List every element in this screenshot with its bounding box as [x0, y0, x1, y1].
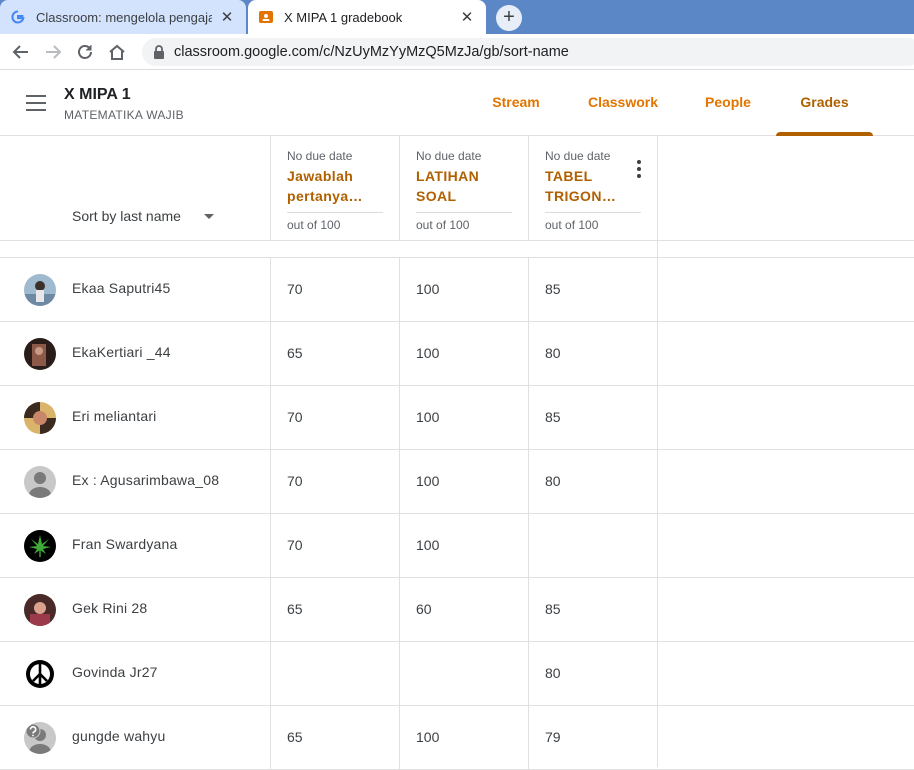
student-name[interactable]: Govinda Jr27: [72, 664, 158, 680]
close-tab-icon[interactable]: ✕: [218, 8, 236, 26]
assignment-column-header[interactable]: No due date Jawablah pertanya… out of 10…: [270, 136, 399, 241]
student-name[interactable]: Fran Swardyana: [72, 536, 178, 552]
grade-cell[interactable]: 65: [270, 578, 399, 641]
grade-cell[interactable]: 100: [399, 450, 528, 513]
grade-cell[interactable]: 85: [528, 386, 657, 449]
dropdown-arrow-icon[interactable]: [204, 214, 214, 219]
grade-cell[interactable]: 100: [399, 322, 528, 385]
new-tab-button[interactable]: +: [496, 5, 522, 31]
grade-cell[interactable]: 100: [399, 386, 528, 449]
student-row: Eri meliantari 70 100 85: [0, 386, 914, 450]
student-row: EkaKertiari _44 65 100 80: [0, 322, 914, 386]
peace-sign-avatar: [24, 658, 56, 690]
student-row: Gek Rini 28 65 60 85: [0, 578, 914, 642]
grade-cell[interactable]: 100: [399, 514, 528, 577]
leaf-avatar: [24, 530, 56, 562]
browser-tab-classroom-help[interactable]: Classroom: mengelola pengajaran ✕: [0, 0, 246, 34]
due-date-label: No due date: [545, 149, 611, 163]
photo-avatar: [24, 594, 56, 626]
browser-tab-gradebook[interactable]: X MIPA 1 gradebook ✕: [248, 0, 486, 34]
student-row: Govinda Jr27 80: [0, 642, 914, 706]
assignment-title[interactable]: Jawablah pertanya…: [287, 166, 383, 206]
points-label: out of 100: [545, 218, 599, 232]
points-label: out of 100: [416, 218, 470, 232]
tab-title: Classroom: mengelola pengajaran: [36, 9, 212, 25]
close-tab-icon[interactable]: ✕: [458, 8, 476, 26]
forward-arrow-icon[interactable]: [42, 41, 64, 63]
student-name[interactable]: Eri meliantari: [72, 408, 157, 424]
due-date-label: No due date: [287, 149, 353, 163]
browser-tab-strip: Classroom: mengelola pengajaran ✕ X MIPA…: [0, 0, 914, 34]
student-name[interactable]: EkaKertiari _44: [72, 344, 171, 360]
classroom-header: X MIPA 1 MATEMATIKA WAJIB Stream Classwo…: [0, 70, 914, 136]
student-row: Ekaa Saputri45 70 100 85: [0, 258, 914, 322]
tab-title: X MIPA 1 gradebook: [284, 9, 403, 25]
divider: [416, 212, 512, 213]
due-date-label: No due date: [416, 149, 482, 163]
grade-cell[interactable]: [270, 642, 399, 705]
photo-avatar: [24, 274, 56, 306]
student-row: Fran Swardyana 70 100: [0, 514, 914, 578]
grade-cell[interactable]: 65: [270, 706, 399, 769]
assignment-column-header[interactable]: No due date TABEL TRIGON… out of 100: [528, 136, 657, 241]
default-person-avatar: [24, 466, 56, 498]
class-subject: MATEMATIKA WAJIB: [64, 108, 184, 122]
grade-cell[interactable]: 70: [270, 386, 399, 449]
student-row: gungde wahyu 65 100 79: [0, 706, 914, 770]
tab-grades[interactable]: Grades: [776, 70, 873, 136]
grade-cell[interactable]: [528, 514, 657, 577]
reload-icon[interactable]: [74, 41, 96, 63]
student-name[interactable]: gungde wahyu: [72, 728, 165, 744]
photo-avatar: [24, 402, 56, 434]
grade-cell[interactable]: 80: [528, 642, 657, 705]
url-text: classroom.google.com/c/NzUyMzYyMzQ5MzJa/…: [174, 44, 569, 60]
grade-cell[interactable]: 70: [270, 514, 399, 577]
student-name[interactable]: Gek Rini 28: [72, 600, 147, 616]
student-name[interactable]: Ex : Agusarimbawa_08: [72, 472, 219, 488]
grade-cell[interactable]: 60: [399, 578, 528, 641]
back-arrow-icon[interactable]: [10, 41, 32, 63]
divider: [287, 212, 383, 213]
hamburger-menu-icon[interactable]: [26, 95, 46, 111]
points-label: out of 100: [287, 218, 341, 232]
grade-cell[interactable]: 79: [528, 706, 657, 769]
grade-cell[interactable]: 70: [270, 258, 399, 321]
divider: [545, 212, 641, 213]
browser-toolbar: classroom.google.com/c/NzUyMzYyMzQ5MzJa/…: [0, 34, 914, 70]
google-g-icon: [10, 9, 26, 25]
grade-cell[interactable]: 100: [399, 258, 528, 321]
home-icon[interactable]: [106, 41, 128, 63]
tab-people[interactable]: People: [690, 70, 766, 136]
gradebook-spacer-row: [0, 241, 914, 258]
photo-avatar: [24, 338, 56, 370]
class-title[interactable]: X MIPA 1: [64, 86, 131, 104]
lock-icon[interactable]: [152, 45, 166, 59]
student-row: Ex : Agusarimbawa_08 70 100 80: [0, 450, 914, 514]
grade-cell[interactable]: 85: [528, 578, 657, 641]
classroom-icon: [258, 9, 274, 25]
grade-cell[interactable]: 70: [270, 450, 399, 513]
column-divider: [657, 136, 658, 767]
grade-cell[interactable]: 80: [528, 322, 657, 385]
assignment-column-header[interactable]: No due date LATIHAN SOAL out of 100: [399, 136, 528, 241]
tab-classwork[interactable]: Classwork: [576, 70, 670, 136]
student-name[interactable]: Ekaa Saputri45: [72, 280, 171, 296]
grade-cell[interactable]: 100: [399, 706, 528, 769]
grade-cell[interactable]: [399, 642, 528, 705]
sort-dropdown[interactable]: Sort by last name: [72, 208, 181, 224]
assignment-title[interactable]: LATIHAN SOAL: [416, 166, 512, 206]
question-mark-avatar: [24, 722, 56, 754]
grade-cell[interactable]: 65: [270, 322, 399, 385]
tab-stream[interactable]: Stream: [476, 70, 556, 136]
grade-cell[interactable]: 80: [528, 450, 657, 513]
grade-cell[interactable]: 85: [528, 258, 657, 321]
gradebook-header: Sort by last name No due date Jawablah p…: [0, 136, 914, 241]
assignment-title[interactable]: TABEL TRIGON…: [545, 166, 615, 206]
more-options-icon[interactable]: [637, 160, 641, 178]
address-bar[interactable]: classroom.google.com/c/NzUyMzYyMzQ5MzJa/…: [142, 38, 914, 66]
